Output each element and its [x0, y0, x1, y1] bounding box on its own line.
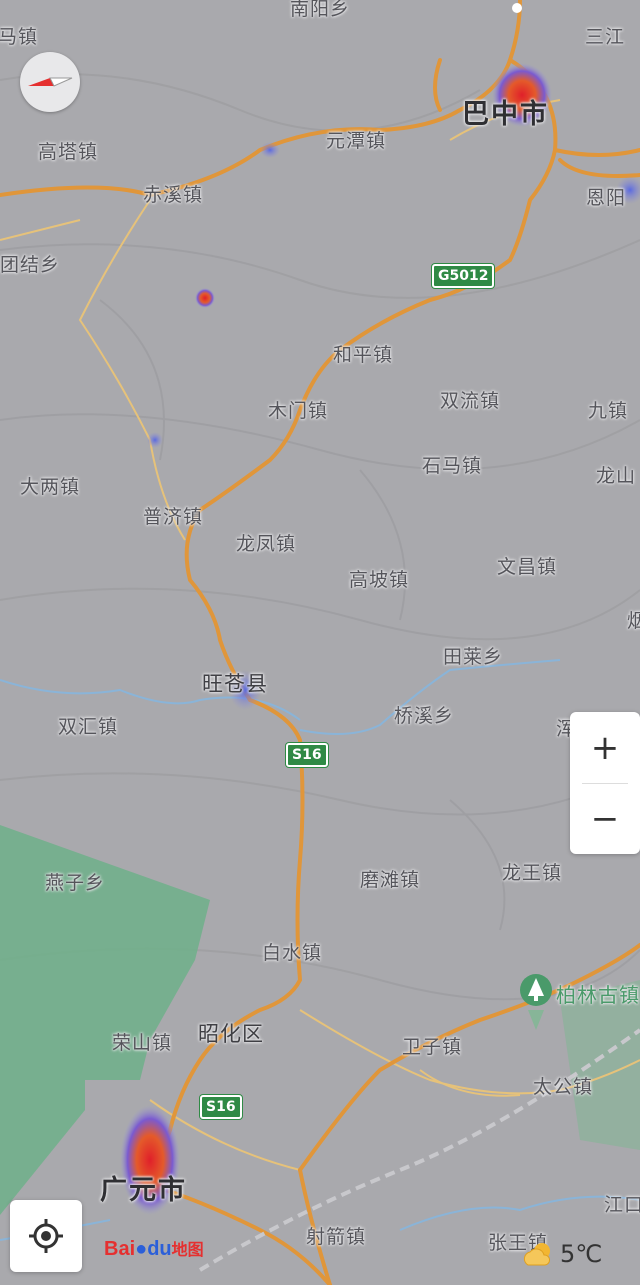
- place-label[interactable]: 大两镇: [20, 472, 80, 499]
- place-label[interactable]: 桥溪乡: [394, 701, 454, 728]
- place-label[interactable]: 田莱乡: [443, 642, 503, 669]
- place-label[interactable]: 南阳乡: [290, 0, 350, 21]
- highway-shield[interactable]: S16: [286, 743, 328, 767]
- place-label[interactable]: 龙山: [596, 461, 636, 488]
- county-label[interactable]: 旺苍县: [202, 668, 268, 698]
- highway-shield[interactable]: G5012: [432, 264, 495, 288]
- zoom-control: + −: [570, 712, 640, 854]
- place-label[interactable]: 烟: [627, 606, 640, 633]
- paw-icon: ●: [135, 1238, 148, 1260]
- city-label[interactable]: 广元市: [100, 1168, 187, 1207]
- locate-icon: [29, 1219, 63, 1253]
- county-label[interactable]: 昭化区: [198, 1018, 264, 1048]
- place-label[interactable]: 磨滩镇: [360, 865, 420, 892]
- scenic-label[interactable]: 柏林古镇: [556, 979, 640, 1008]
- place-label[interactable]: 白水镇: [262, 938, 322, 965]
- place-label[interactable]: 普济镇: [143, 502, 203, 529]
- zoom-in-button[interactable]: +: [570, 712, 640, 783]
- place-label[interactable]: 三江: [585, 22, 625, 49]
- locate-button[interactable]: [10, 1200, 82, 1272]
- place-label[interactable]: 团结乡: [0, 250, 60, 277]
- place-label[interactable]: 高塔镇: [38, 137, 98, 164]
- place-label[interactable]: 燕子乡: [45, 868, 105, 895]
- place-label[interactable]: 太公镇: [533, 1072, 593, 1099]
- temperature: 5℃: [560, 1240, 603, 1268]
- place-label[interactable]: 木门镇: [268, 396, 328, 423]
- place-label[interactable]: 江口: [604, 1190, 640, 1217]
- place-label[interactable]: 高坡镇: [349, 565, 409, 592]
- place-label[interactable]: 龙王镇: [502, 858, 562, 885]
- place-label[interactable]: 双汇镇: [58, 712, 118, 739]
- place-label[interactable]: 文昌镇: [497, 552, 557, 579]
- place-label[interactable]: 双流镇: [440, 386, 500, 413]
- place-label[interactable]: 射箭镇: [306, 1222, 366, 1249]
- partly-cloudy-icon: [523, 1243, 551, 1266]
- compass-button[interactable]: [20, 52, 80, 112]
- place-label[interactable]: 元潭镇: [326, 126, 386, 153]
- compass-icon: [28, 77, 73, 87]
- place-label[interactable]: 卫子镇: [402, 1032, 462, 1059]
- weather-widget[interactable]: 5℃: [522, 1240, 602, 1268]
- place-label[interactable]: 荣山镇: [112, 1028, 172, 1055]
- logo-text-ditu: 地图: [171, 1242, 204, 1259]
- place-label[interactable]: 恩阳: [586, 183, 626, 210]
- place-label[interactable]: 和平镇: [333, 340, 393, 367]
- zoom-out-button[interactable]: −: [570, 783, 640, 854]
- place-label[interactable]: 石马镇: [422, 451, 482, 478]
- highway-shield[interactable]: S16: [200, 1095, 242, 1119]
- location-pin-icon[interactable]: [505, 0, 529, 13]
- place-label[interactable]: 九镇: [588, 396, 628, 423]
- baidu-map-logo: Bai●du地图: [104, 1236, 204, 1261]
- logo-text-du: du: [147, 1238, 172, 1260]
- place-label[interactable]: 赤溪镇: [143, 180, 203, 207]
- place-label[interactable]: 龙凤镇: [236, 529, 296, 556]
- city-label[interactable]: 巴中市: [462, 92, 549, 131]
- logo-text-bai: Bai: [104, 1238, 136, 1260]
- place-label[interactable]: 马镇: [0, 22, 38, 49]
